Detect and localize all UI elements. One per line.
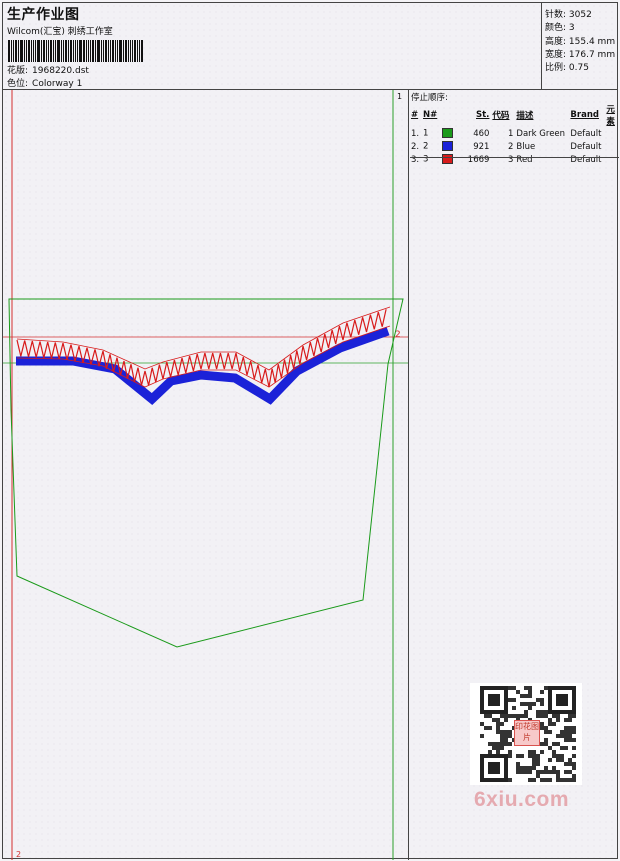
row-brand: Default <box>570 141 602 152</box>
company-name: Wilcom(汇宝) 刺绣工作室 <box>7 27 113 37</box>
design-preview: 1 2 2 <box>3 90 408 860</box>
row-code: 3 <box>508 154 514 165</box>
col-code: 代码 <box>492 111 510 121</box>
row-stitches: 1669 <box>467 154 490 165</box>
design-file-row: 花版: 1968220.dst <box>7 63 89 76</box>
panel-divider <box>408 90 409 860</box>
stop-sequence-title: 停止顺序: <box>411 93 448 103</box>
row-index: 1. <box>411 128 420 139</box>
row-code: 1 <box>508 128 514 139</box>
stat-stitches: 针数: 3052 <box>545 10 592 20</box>
col-needle: N# <box>423 110 438 120</box>
row-index: 2. <box>411 141 420 152</box>
row-description: Red <box>516 154 533 165</box>
color-swatch <box>442 154 454 165</box>
col-brand: Brand <box>570 110 599 120</box>
watermark-stamp: 印花图片 <box>514 720 540 746</box>
row-stitches: 460 <box>473 128 490 139</box>
colorway-label: 色位: <box>7 79 29 89</box>
color-swatch <box>442 141 454 152</box>
col-stitches: St. <box>476 110 490 120</box>
header-info: 生产作业图 Wilcom(汇宝) 刺绣工作室 花版: 1968220.dst 色位… <box>7 4 537 90</box>
row-element <box>606 153 617 166</box>
marker-top-right: 1 <box>397 92 402 101</box>
row-description: Dark Green <box>516 128 566 139</box>
row-description: Blue <box>516 141 536 152</box>
row-brand: Default <box>570 128 602 139</box>
marker-bottom-left: 2 <box>16 850 21 859</box>
col-index: # <box>411 110 419 120</box>
row-needle: 1 <box>423 128 429 139</box>
table-row: 3. 3 1669 3 Red Default <box>411 153 617 166</box>
colorway-value: Colorway 1 <box>32 79 83 89</box>
table-row: 2. 2 921 2 Blue Default <box>411 140 617 153</box>
stop-sequence-divider <box>410 157 619 158</box>
stop-sequence-panel: 停止顺序: # N# St. 代码 描述 Brand 元素 1. 1 460 1 Dar… <box>410 90 619 165</box>
design-file-label: 花版: <box>7 66 29 76</box>
design-file-value: 1968220.dst <box>32 66 89 76</box>
barcode <box>8 40 146 62</box>
row-element <box>606 140 617 153</box>
col-element: 元素 <box>606 105 615 127</box>
stat-height: 高度: 155.4 mm <box>545 37 616 47</box>
watermark-text: 6xiu.com <box>474 788 570 811</box>
stat-colors: 颜色: 3 <box>545 23 575 33</box>
stat-scale: 比例: 0.75 <box>545 63 589 73</box>
design-stats: 针数: 3052 颜色: 3 高度: 155.4 mm 宽度: 176.7 mm… <box>541 3 620 89</box>
embroidery-drawing: 1 2 2 <box>3 90 408 860</box>
col-description: 描述 <box>516 111 534 121</box>
row-index: 3. <box>411 154 420 165</box>
row-code: 2 <box>508 141 514 152</box>
row-element <box>606 127 617 140</box>
row-needle-cell: 1 <box>423 127 454 140</box>
row-needle: 2 <box>423 141 429 152</box>
color-swatch <box>442 128 454 139</box>
row-stitches: 921 <box>473 141 490 152</box>
colorway-row: 色位: Colorway 1 <box>7 76 82 89</box>
table-row: 1. 1 460 1 Dark Green Default <box>411 127 617 140</box>
document-title: 生产作业图 <box>7 7 80 23</box>
stat-width: 宽度: 176.7 mm <box>545 50 616 60</box>
row-needle-cell: 2 <box>423 140 454 153</box>
row-needle-cell: 3 <box>423 153 454 166</box>
row-brand: Default <box>570 154 602 165</box>
table-header-row: # N# St. 代码 描述 Brand 元素 <box>411 103 617 127</box>
